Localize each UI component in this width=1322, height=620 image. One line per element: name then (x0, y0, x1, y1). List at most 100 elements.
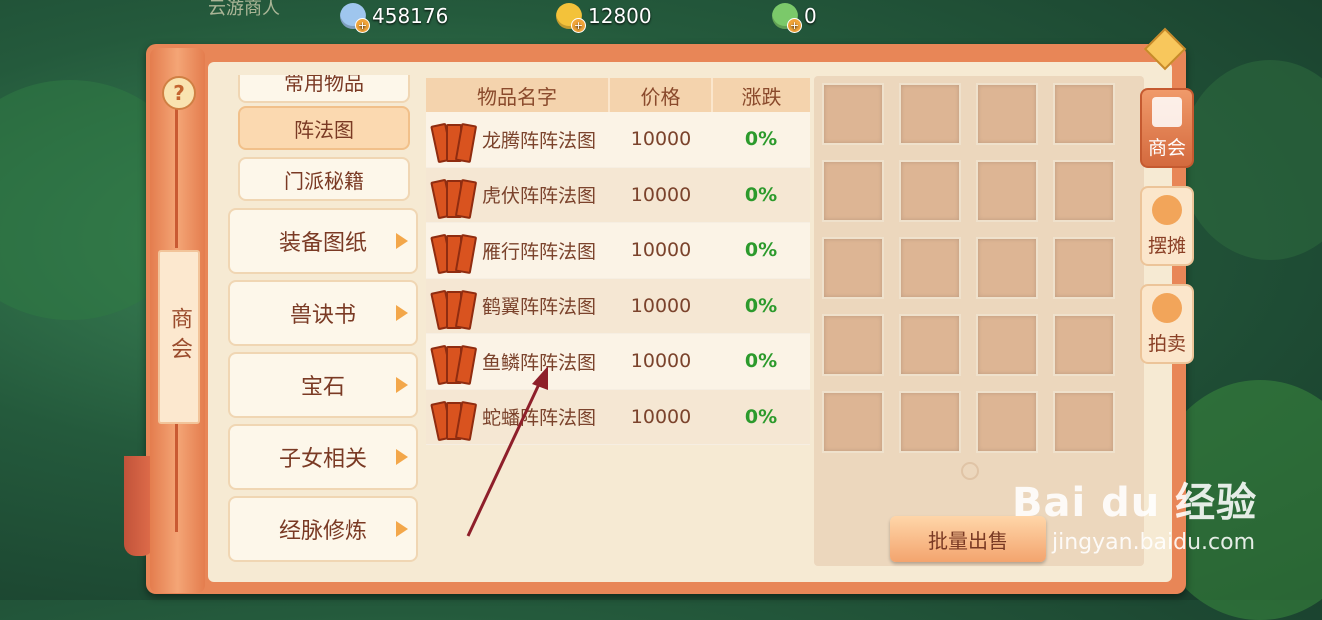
category-label: 经脉修炼 (278, 519, 367, 544)
item-change: 0% (744, 405, 778, 428)
category-gems[interactable]: 宝石 (228, 352, 418, 418)
item-change: 0% (744, 128, 778, 151)
add-icon[interactable]: + (787, 18, 802, 33)
table-header: 物品名字 价格 涨跌 (426, 78, 810, 112)
expand-arrow-icon (396, 233, 408, 249)
jade-coin-icon: + (772, 3, 802, 33)
inventory-slot[interactable] (822, 83, 884, 145)
inventory-slot[interactable] (822, 237, 884, 299)
silver-currency[interactable]: + 458176 (340, 2, 449, 33)
top-bar: 云游商人 + 458176 + 12800 + 0 (0, 0, 1322, 34)
inventory-slot[interactable] (976, 160, 1038, 222)
jade-currency[interactable]: + 0 (772, 2, 817, 33)
background-foliage (1180, 60, 1322, 260)
gold-amount: 12800 (588, 4, 652, 28)
inventory-slot[interactable] (1053, 391, 1115, 453)
rail-cord (175, 422, 178, 532)
inventory-slot[interactable] (899, 160, 961, 222)
auction-coins-icon (1152, 293, 1182, 323)
inventory-slot[interactable] (822, 314, 884, 376)
inventory-slot[interactable] (976, 237, 1038, 299)
stall-coins-icon (1152, 195, 1182, 225)
item-change: 0% (744, 183, 778, 206)
inventory-slot[interactable] (899, 83, 961, 145)
item-name: 虎伏阵阵法图 (482, 185, 597, 208)
tab-stall[interactable]: 摆摊 (1140, 186, 1194, 266)
table-row[interactable]: 雁行阵阵法图 10000 0% (426, 223, 810, 279)
gold-currency[interactable]: + 12800 (556, 2, 652, 33)
inventory-slot[interactable] (1053, 83, 1115, 145)
category-beast-skill-books[interactable]: 兽诀书 (228, 280, 418, 346)
jade-amount: 0 (804, 4, 817, 28)
category-equipment-blueprints[interactable]: 装备图纸 (228, 208, 418, 274)
formation-scroll-icon (430, 176, 478, 219)
item-price: 10000 (630, 128, 692, 151)
expand-arrow-icon (396, 377, 408, 393)
silver-amount: 458176 (372, 4, 449, 28)
tab-guild[interactable]: 商会 (1140, 88, 1194, 168)
inventory-slot[interactable] (976, 391, 1038, 453)
guild-icon (1152, 97, 1182, 127)
formation-scroll-icon (430, 398, 478, 441)
expand-arrow-icon (396, 521, 408, 537)
silver-coin-icon: + (340, 3, 370, 33)
tab-label: 商会 (1147, 137, 1186, 159)
category-common-items[interactable]: 常用物品 (238, 75, 410, 103)
category-label: 兽诀书 (289, 303, 356, 328)
inventory-slot[interactable] (976, 83, 1038, 145)
header-item-name[interactable]: 物品名字 (426, 78, 611, 112)
category-label: 门派秘籍 (284, 168, 364, 193)
item-price: 10000 (630, 183, 692, 206)
rail-title: 商会 (158, 250, 200, 424)
table-row[interactable]: 蛇蟠阵阵法图 10000 0% (426, 389, 810, 445)
item-name: 龙腾阵阵法图 (482, 129, 597, 152)
item-change: 0% (744, 294, 778, 317)
inventory-slot[interactable] (899, 237, 961, 299)
watermark-main: Bai du 经验 (1012, 480, 1258, 526)
inventory-slot[interactable] (1053, 160, 1115, 222)
add-icon[interactable]: + (355, 18, 370, 33)
inventory-slot[interactable] (899, 391, 961, 453)
tab-auction[interactable]: 拍卖 (1140, 284, 1194, 364)
item-name: 雁行阵阵法图 (482, 240, 597, 263)
help-button[interactable]: ? (162, 76, 196, 110)
page-indicator-dot (961, 462, 979, 480)
inventory-slot[interactable] (976, 314, 1038, 376)
table-row[interactable]: 鹤翼阵阵法图 10000 0% (426, 278, 810, 334)
formation-scroll-icon (430, 231, 478, 275)
rail-title-text: 商会 (167, 307, 192, 367)
add-icon[interactable]: + (571, 18, 586, 33)
inventory-slot[interactable] (822, 391, 884, 453)
category-label: 装备图纸 (278, 231, 367, 256)
category-children[interactable]: 子女相关 (228, 424, 418, 490)
expand-arrow-icon (396, 305, 408, 321)
item-name: 蛇蟠阵阵法图 (482, 407, 597, 430)
category-formation-charts[interactable]: 阵法图 (238, 106, 410, 150)
item-price: 10000 (630, 350, 692, 373)
item-price: 10000 (630, 405, 692, 428)
gold-coin-icon: + (556, 3, 586, 33)
table-row[interactable]: 虎伏阵阵法图 10000 0% (426, 167, 810, 223)
item-name: 鹤翼阵阵法图 (482, 296, 597, 319)
table-row[interactable]: 龙腾阵阵法图 10000 0% (426, 112, 810, 168)
inventory-slot[interactable] (899, 314, 961, 376)
table-row[interactable]: 鱼鳞阵阵法图 10000 0% (426, 334, 810, 390)
inventory-slot[interactable] (1053, 314, 1115, 376)
tab-label: 摆摊 (1147, 235, 1186, 257)
item-change: 0% (744, 350, 778, 373)
category-list[interactable]: 常用物品 阵法图 门派秘籍 装备图纸 兽诀书 宝石 子女相关 经脉修炼 (228, 75, 420, 565)
item-price: 10000 (630, 294, 692, 317)
header-price[interactable]: 价格 (610, 78, 714, 112)
formation-scroll-icon (430, 342, 478, 386)
inventory-slot[interactable] (1053, 237, 1115, 299)
formation-scroll-icon (430, 287, 478, 330)
header-change[interactable]: 涨跌 (713, 78, 810, 112)
item-change: 0% (744, 239, 778, 262)
category-label: 宝石 (300, 375, 345, 400)
inventory-slot[interactable] (822, 160, 884, 222)
item-price: 10000 (630, 239, 692, 262)
npc-title: 云游商人 (208, 0, 280, 19)
watermark-sub: jingyan.baidu.com (1052, 530, 1256, 555)
category-sect-manuals[interactable]: 门派秘籍 (238, 157, 410, 201)
category-meridian-training[interactable]: 经脉修炼 (228, 496, 418, 562)
